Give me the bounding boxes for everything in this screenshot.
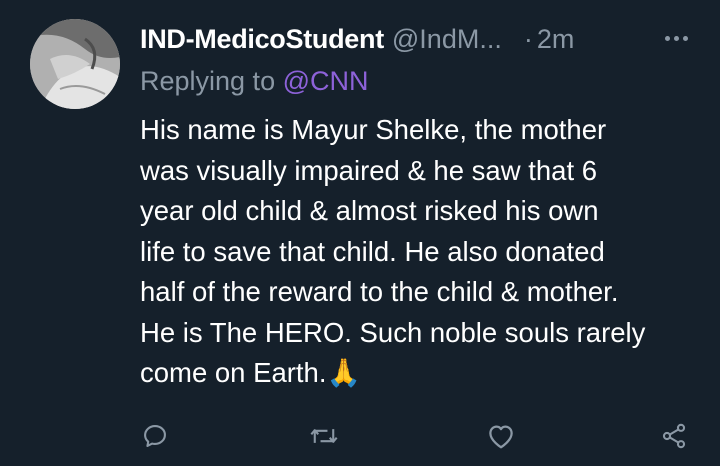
share-button[interactable] [656, 418, 692, 454]
avatar[interactable] [30, 19, 120, 109]
avatar-photo [30, 19, 120, 109]
retweet-icon [310, 429, 338, 443]
more-horizontal-icon[interactable] [665, 36, 688, 41]
reply-button[interactable] [137, 418, 173, 454]
action-bar [0, 418, 720, 454]
tweet-text-line: His name is Mayur Shelke, the mother [140, 114, 607, 145]
separator-dot: · [523, 23, 533, 54]
timestamp[interactable]: 2m [537, 24, 575, 55]
tweet-text-line: come on Earth.🙏 [140, 357, 361, 388]
more-dot [665, 36, 670, 41]
tweet-text: His name is Mayur Shelke, the mother was… [140, 110, 700, 394]
tweet-text-line: He is The HERO. Such noble souls rarely [140, 316, 646, 348]
replying-to-mention[interactable]: @CNN [283, 66, 369, 96]
tweet-text-line: half of the reward to the child & mother… [140, 276, 619, 307]
more-dot [674, 36, 679, 41]
share-icon [662, 423, 686, 449]
replying-to: Replying to @CNN [140, 66, 369, 97]
comment-icon [144, 425, 166, 447]
more-dot [683, 36, 688, 41]
tweet[interactable]: IND-MedicoStudent @IndM... · 2m Replying… [0, 0, 720, 466]
tweet-text-line: life to save that child. He also donated [140, 235, 605, 267]
like-button[interactable] [483, 418, 519, 454]
replying-to-label: Replying to [140, 66, 283, 96]
tweet-header: IND-MedicoStudent @IndM... · 2m [140, 21, 700, 57]
tweet-text-line: year old child & almost risked his own [140, 195, 599, 226]
tweet-text-line: was visually impaired & he saw that 6 [140, 154, 598, 186]
user-handle[interactable]: @IndM... [392, 24, 502, 55]
heart-icon [489, 425, 513, 449]
retweet-button[interactable] [306, 418, 342, 454]
display-name[interactable]: IND-MedicoStudent [140, 24, 384, 55]
